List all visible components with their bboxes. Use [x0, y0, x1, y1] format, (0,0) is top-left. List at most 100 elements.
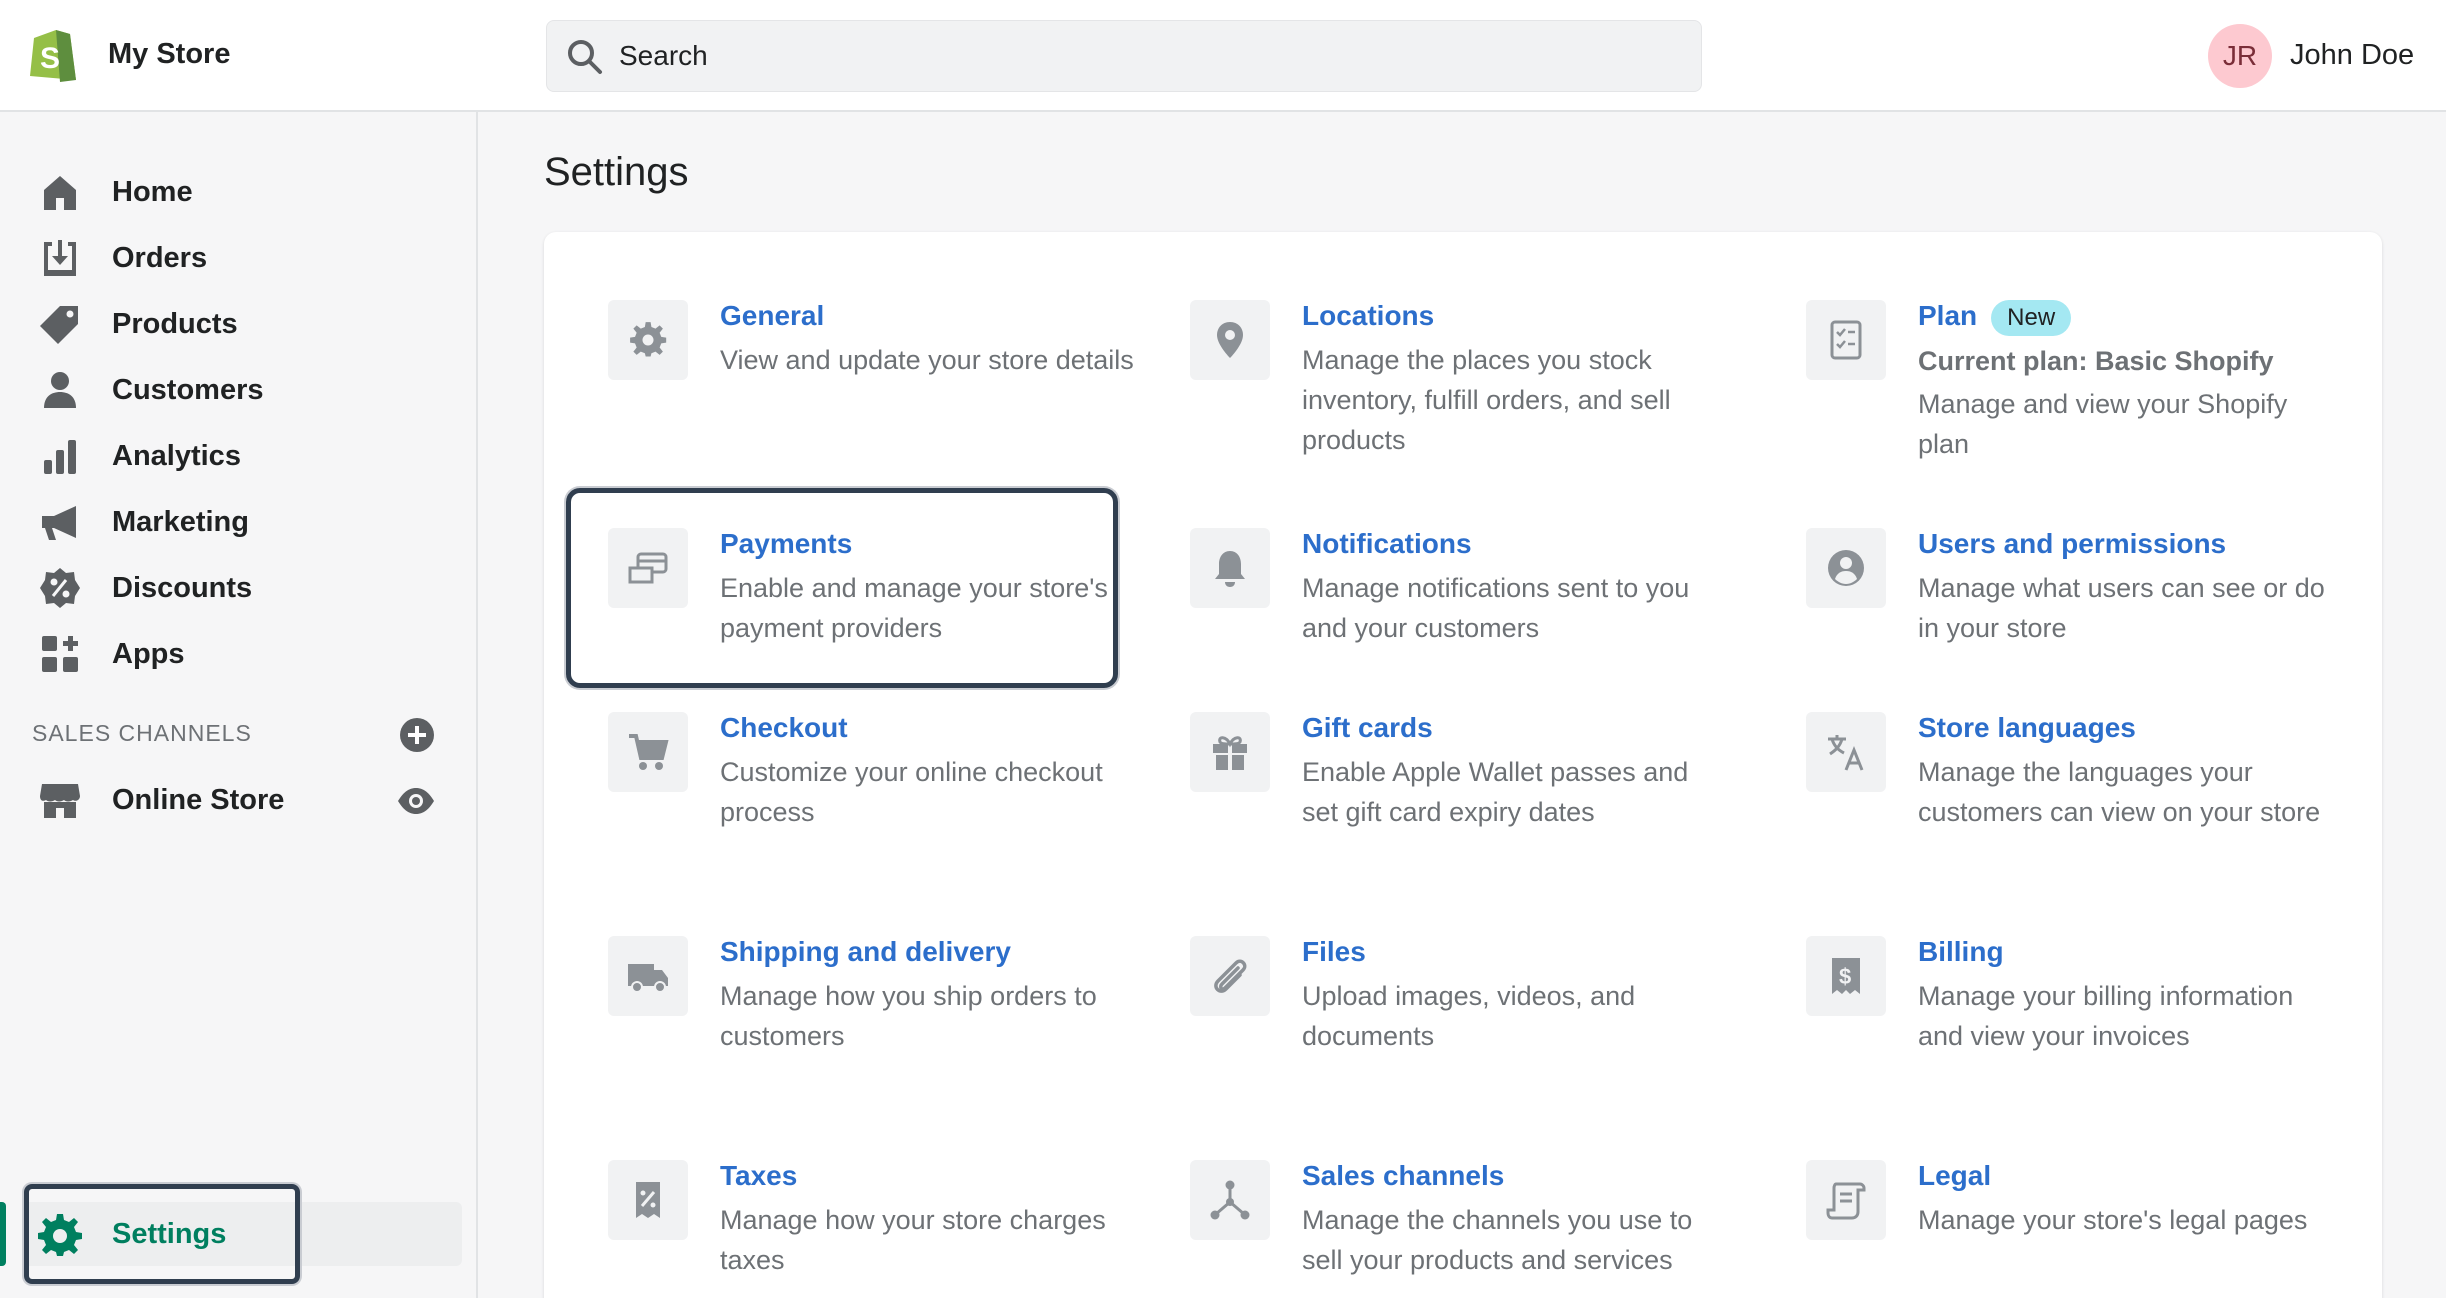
tile-title[interactable]: Files — [1302, 936, 1366, 968]
sidebar-item-customers[interactable]: Customers — [38, 364, 458, 416]
tile-description: Manage what users can see or do in your … — [1918, 573, 2325, 643]
tile-icon-box: $ — [1806, 936, 1886, 1016]
location-pin-icon — [1217, 322, 1243, 358]
tile-description: Upload images, videos, and documents — [1302, 981, 1636, 1051]
tile-icon-box — [608, 712, 688, 792]
settings-active-indicator — [0, 1202, 6, 1266]
current-plan-label: Current plan: Basic Shopify — [1918, 346, 2274, 376]
tile-icon-box — [1190, 936, 1270, 1016]
sidebar-item-label: Home — [112, 175, 193, 208]
tile-title[interactable]: Billing — [1918, 936, 2004, 968]
shopify-logo-icon[interactable]: S — [26, 24, 80, 84]
tile-description: Manage how you ship orders to customers — [720, 981, 1097, 1051]
bell-icon — [1215, 551, 1245, 587]
search-icon — [568, 40, 602, 74]
sidebar-item-home[interactable]: Home — [38, 166, 458, 218]
sidebar-item-label: Analytics — [112, 439, 241, 472]
tile-icon-box — [1190, 528, 1270, 608]
sidebar: Home Orders Products Customers Analytics… — [0, 112, 478, 1298]
tile-title[interactable]: Store languages — [1918, 712, 2136, 744]
sidebar-item-label: Marketing — [112, 505, 249, 538]
sidebar-item-label: Orders — [112, 241, 208, 274]
tile-description: Manage the places you stock inventory, f… — [1302, 345, 1671, 455]
tile-title[interactable]: General — [720, 300, 824, 332]
sidebar-item-label: Customers — [112, 373, 264, 406]
cart-icon — [629, 734, 669, 770]
scroll-icon — [1826, 1182, 1866, 1220]
bar-chart-icon — [44, 440, 76, 474]
sidebar-item-apps[interactable]: Apps — [38, 628, 458, 680]
sidebar-item-label: Products — [112, 307, 238, 340]
tile-description: Manage the channels you use to sell your… — [1302, 1205, 1693, 1275]
megaphone-icon — [42, 506, 76, 540]
gift-icon — [1213, 736, 1247, 770]
add-circle-icon[interactable] — [398, 716, 436, 754]
apps-icon — [42, 636, 78, 672]
tile-icon-box — [608, 1160, 688, 1240]
sidebar-item-products[interactable]: Products — [38, 298, 458, 350]
paperclip-icon — [1214, 959, 1247, 993]
channels-icon — [1210, 1180, 1250, 1220]
orders-icon — [44, 240, 76, 276]
eye-icon[interactable] — [396, 781, 436, 821]
tile-title[interactable]: Gift cards — [1302, 712, 1433, 744]
person-icon — [44, 372, 76, 408]
checklist-icon — [1830, 320, 1862, 360]
tile-title[interactable]: Plan New — [1918, 300, 2072, 336]
receipt-dollar-icon: $ — [1832, 958, 1860, 994]
search-input[interactable] — [619, 21, 1679, 91]
sidebar-item-label: Online Store — [112, 783, 285, 816]
tile-description: Customize your online checkout process — [720, 757, 1103, 827]
sidebar-item-label: Apps — [112, 637, 185, 670]
tile-title[interactable]: Sales channels — [1302, 1160, 1504, 1192]
settings-focus-highlight — [24, 1184, 300, 1284]
sidebar-item-discounts[interactable]: Discounts — [38, 562, 458, 614]
tag-icon — [40, 306, 78, 344]
tile-description: Manage how your store charges taxes — [720, 1205, 1106, 1275]
user-name[interactable]: John Doe — [2290, 39, 2414, 72]
sidebar-item-label: Discounts — [112, 571, 253, 604]
tile-title[interactable]: Users and permissions — [1918, 528, 2226, 560]
tile-title[interactable]: Taxes — [720, 1160, 797, 1192]
home-icon — [44, 176, 76, 210]
gear-icon — [630, 322, 667, 357]
truck-icon — [628, 964, 668, 993]
sidebar-item-online-store[interactable]: Online Store — [38, 774, 458, 826]
top-bar: S My Store JR John Doe — [0, 0, 2446, 112]
tile-icon-box — [1806, 528, 1886, 608]
tile-icon-box — [608, 936, 688, 1016]
tile-icon-box — [1190, 712, 1270, 792]
tile-description: Manage your billing information and view… — [1918, 981, 2294, 1051]
tile-title[interactable]: Checkout — [720, 712, 848, 744]
user-circle-icon — [1828, 550, 1864, 586]
payments-focus-highlight — [566, 488, 1118, 688]
tile-title-text: Plan — [1918, 300, 1978, 331]
tile-icon-box — [1190, 1160, 1270, 1240]
new-badge: New — [1991, 300, 2072, 336]
tile-description: Enable Apple Wallet passes and set gift … — [1302, 757, 1689, 827]
search-bar[interactable] — [546, 20, 1702, 92]
store-name[interactable]: My Store — [108, 38, 230, 71]
sales-channels-title: SALES CHANNELS — [32, 720, 252, 746]
tile-description: Manage and view your Shopify plan — [1918, 389, 2288, 459]
settings-card: General View and update your store detai… — [544, 232, 2382, 1298]
tile-icon-box — [1190, 300, 1270, 380]
page-title: Settings — [544, 150, 689, 194]
sidebar-item-orders[interactable]: Orders — [38, 232, 458, 284]
tile-description: View and update your store details — [720, 345, 1134, 375]
tile-description: Manage the languages your customers can … — [1918, 757, 2321, 827]
avatar[interactable]: JR — [2208, 24, 2272, 88]
discount-icon — [40, 568, 80, 608]
svg-text:$: $ — [1839, 964, 1851, 989]
tile-title[interactable]: Notifications — [1302, 528, 1472, 560]
sidebar-item-analytics[interactable]: Analytics — [38, 430, 458, 482]
tile-icon-box — [1806, 1160, 1886, 1240]
storefront-icon — [40, 784, 80, 818]
tile-title[interactable]: Locations — [1302, 300, 1434, 332]
sidebar-item-marketing[interactable]: Marketing — [38, 496, 458, 548]
tile-title[interactable]: Legal — [1918, 1160, 1991, 1192]
tile-title[interactable]: Shipping and delivery — [720, 936, 1011, 968]
tile-description: Manage your store's legal pages — [1918, 1205, 2308, 1235]
tile-icon-box — [1806, 712, 1886, 792]
tax-icon — [636, 1182, 660, 1218]
